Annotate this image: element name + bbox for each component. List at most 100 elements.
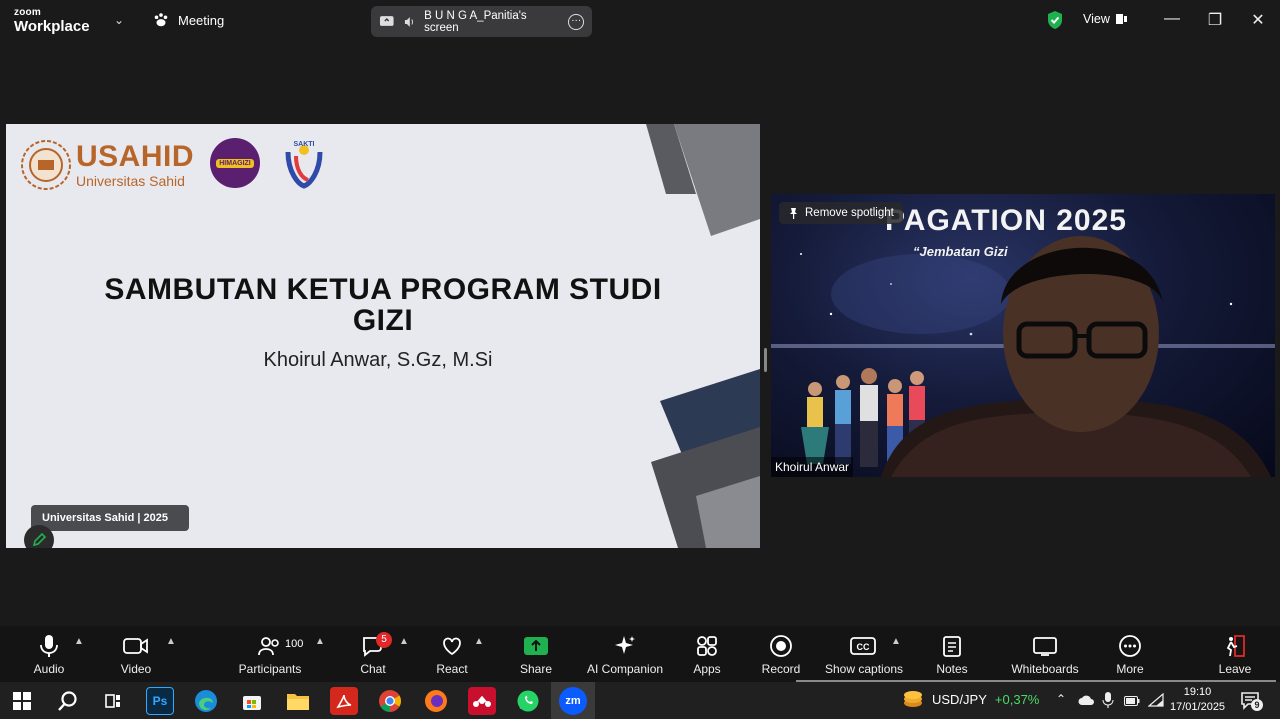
video-button[interactable]: Video (113, 632, 159, 676)
title-bar: zoom Workplace ⌄ Meeting B U N G A_Panit… (0, 0, 1280, 42)
usahid-logo-text: USAHID (76, 140, 195, 173)
more-icon (1119, 635, 1141, 657)
react-button[interactable]: React (434, 632, 470, 676)
sakti-logo-text: SAKTI (294, 141, 315, 148)
sharing-indicator[interactable]: B U N G A_Panitia's screen ··· (371, 6, 592, 37)
more-options-icon[interactable]: ··· (568, 13, 584, 30)
close-icon[interactable]: ✕ (1248, 10, 1268, 30)
paw-icon (154, 13, 168, 27)
usahid-logo-subtext: Universitas Sahid (76, 173, 185, 189)
photoshop-icon[interactable]: Ps (146, 687, 174, 715)
camera-icon (123, 638, 148, 654)
closed-captions-icon: CC (850, 637, 876, 655)
participant-video-tile[interactable]: PAGATION 2025 “Jembatan Gizi Remove spot… (771, 194, 1275, 477)
chat-options-chevron-icon[interactable]: ▲ (399, 636, 409, 647)
microphone-tray-icon[interactable] (1102, 692, 1114, 711)
apps-button[interactable]: Apps (689, 632, 725, 676)
leave-door-icon (1226, 635, 1245, 657)
participant-name-tag: Khoirul Anwar (771, 457, 854, 477)
chevron-down-icon[interactable]: ⌄ (114, 13, 124, 27)
file-explorer-icon[interactable] (284, 687, 312, 715)
react-label: React (436, 662, 468, 676)
notes-button[interactable]: Notes (934, 632, 970, 676)
audio-label: Audio (33, 662, 65, 676)
notification-count-badge: 9 (1251, 699, 1263, 711)
svg-text:CC: CC (857, 642, 870, 652)
slide-title-line2: GIZI (352, 304, 414, 337)
chat-unread-badge: 5 (376, 632, 392, 648)
meeting-label: Meeting (178, 12, 225, 28)
view-label: View (1083, 12, 1110, 26)
sakti-logo: SAKTI (285, 141, 323, 189)
notes-label: Notes (936, 662, 968, 676)
windows-start-icon[interactable] (8, 687, 36, 715)
onedrive-cloud-icon[interactable] (1078, 694, 1096, 709)
ai-companion-button[interactable]: AI Companion (587, 632, 663, 676)
record-button[interactable]: Record (760, 632, 802, 676)
screen-share-icon (379, 15, 394, 26)
usahid-logo: USAHID Universitas Sahid (20, 138, 194, 192)
ticker-symbol: USD/JPY (932, 691, 987, 707)
video-label: Video (120, 662, 152, 676)
firefox-browser-icon[interactable] (422, 687, 450, 715)
edge-browser-icon[interactable] (192, 687, 220, 715)
windows-taskbar: Ps zm USD/JPY +0,37% ⌃ 19:10 17/01/2025 … (0, 682, 1280, 719)
notifications-icon[interactable]: 9 (1240, 690, 1263, 713)
zoom-workplace-logo[interactable]: zoom Workplace (14, 7, 90, 35)
search-icon[interactable] (54, 687, 82, 715)
captions-options-chevron-icon[interactable]: ▲ (891, 636, 901, 647)
slide-speaker-name: Khoirul Anwar, S.Gz, M.Si (263, 349, 493, 371)
apps-label: Apps (693, 662, 721, 676)
currency-ticker-widget[interactable]: USD/JPY +0,37% (902, 690, 1039, 708)
microsoft-store-icon[interactable] (238, 687, 266, 715)
himagizi-logo-text: HIMAGIZI (216, 158, 254, 168)
participants-options-chevron-icon[interactable]: ▲ (315, 636, 325, 647)
ticker-change: +0,37% (994, 691, 1040, 707)
minimize-icon[interactable]: — (1162, 10, 1182, 28)
chat-label: Chat (360, 662, 386, 676)
apps-icon (697, 636, 717, 656)
react-options-chevron-icon[interactable]: ▲ (474, 636, 484, 647)
participants-count: 100 (285, 638, 304, 650)
restore-icon[interactable]: ❐ (1205, 10, 1225, 30)
wifi-icon[interactable] (1147, 692, 1164, 710)
notes-icon (943, 636, 961, 657)
mendeley-icon[interactable] (468, 687, 496, 715)
zoom-app-icon[interactable]: zm (559, 687, 587, 715)
clock-time: 19:10 (1183, 686, 1212, 698)
sparkle-icon (615, 636, 635, 654)
audio-button[interactable]: Audio (26, 632, 72, 676)
show-hidden-icons-chevron-icon[interactable]: ⌃ (1056, 692, 1066, 706)
video-options-chevron-icon[interactable]: ▲ (166, 636, 176, 647)
whiteboards-button[interactable]: Whiteboards (1010, 632, 1080, 676)
system-clock[interactable]: 19:10 17/01/2025 (1170, 685, 1225, 715)
panel-resize-handle[interactable] (764, 348, 767, 372)
audio-options-chevron-icon[interactable]: ▲ (74, 636, 84, 647)
leave-label: Leave (1218, 662, 1252, 676)
record-label: Record (761, 662, 801, 676)
currency-coins-icon (904, 691, 922, 707)
slide-title-line1: SAMBUTAN KETUA PROGRAM STUDI (104, 273, 662, 306)
slide-title: SAMBUTAN KETUA PROGRAM STUDI GIZI (6, 274, 760, 336)
zoom-window: { "app": { "brand_top": "zoom", "brand_b… (0, 0, 1280, 719)
chrome-browser-icon[interactable] (376, 687, 404, 715)
security-shield-icon[interactable] (1046, 10, 1064, 35)
leave-button[interactable]: Leave (1217, 632, 1253, 676)
share-label: Share (519, 662, 553, 676)
share-button[interactable]: Share (514, 632, 558, 676)
brand-top: zoom (14, 7, 41, 18)
whatsapp-icon[interactable] (514, 687, 542, 715)
acrobat-reader-icon[interactable] (330, 687, 358, 715)
microphone-icon (40, 635, 58, 657)
whiteboard-icon (1033, 637, 1057, 656)
more-button[interactable]: More (1112, 632, 1148, 676)
show-captions-button[interactable]: CC Show captions (825, 632, 903, 676)
task-view-icon[interactable] (99, 687, 127, 715)
view-button[interactable]: View (1083, 12, 1128, 26)
annotate-pencil-icon[interactable] (24, 525, 54, 548)
background-banner-subtitle: “Jembatan Gizi (913, 244, 1008, 259)
brand-bottom: Workplace (14, 18, 90, 35)
battery-icon[interactable] (1124, 695, 1140, 709)
meeting-button[interactable]: Meeting (152, 11, 224, 29)
remove-spotlight-button[interactable]: Remove spotlight (779, 202, 903, 224)
